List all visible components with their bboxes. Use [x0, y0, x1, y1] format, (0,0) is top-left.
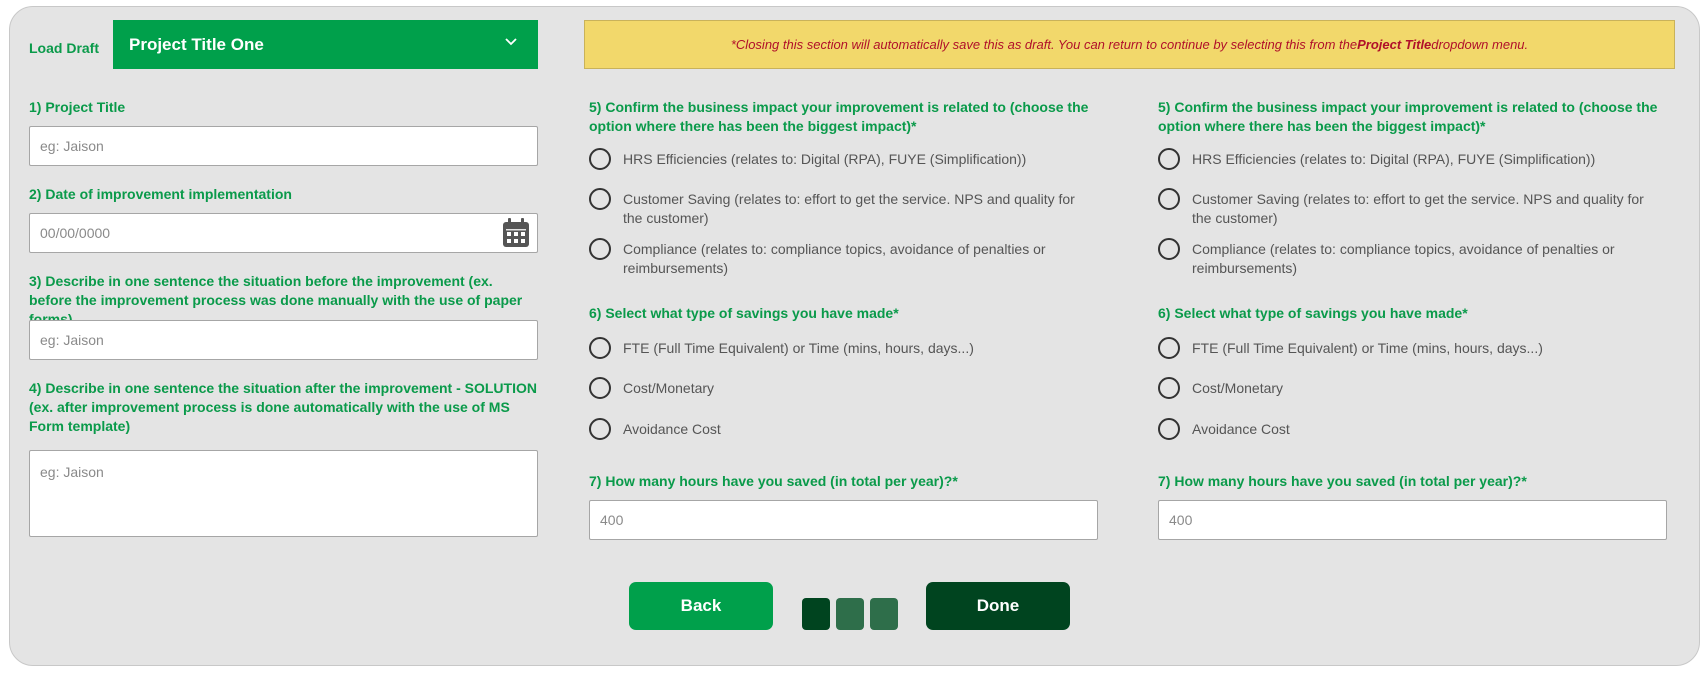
project-title-dropdown[interactable]: Project Title One	[113, 20, 538, 69]
impact-option[interactable]: HRS Efficiencies (relates to: Digital (R…	[589, 148, 1089, 170]
impact-option-label: HRS Efficiencies (relates to: Digital (R…	[623, 151, 1027, 167]
radio-button[interactable]	[589, 337, 611, 359]
savings-option-label: Avoidance Cost	[623, 421, 721, 437]
radio-button[interactable]	[589, 148, 611, 170]
radio-button[interactable]	[1158, 337, 1180, 359]
step-indicator-2[interactable]	[836, 598, 864, 630]
savings-option[interactable]: Cost/Monetary	[589, 377, 1089, 399]
savings-option[interactable]: Cost/Monetary	[1158, 377, 1658, 399]
impact-option[interactable]: Compliance (relates to: compliance topic…	[1158, 238, 1658, 278]
q5-label: 5) Confirm the business impact your impr…	[1158, 99, 1658, 134]
calendar-icon[interactable]	[502, 218, 530, 248]
impact-option-label: Compliance (relates to: compliance topic…	[623, 241, 1046, 276]
savings-option-label: Avoidance Cost	[1192, 421, 1290, 437]
q1-label: 1) Project Title	[29, 99, 126, 115]
chevron-down-icon	[505, 38, 517, 46]
situation-before-input[interactable]: eg: Jaison	[29, 320, 538, 360]
savings-option-label: FTE (Full Time Equivalent) or Time (mins…	[623, 340, 974, 356]
date-placeholder: 00/00/0000	[40, 225, 111, 241]
savings-option[interactable]: FTE (Full Time Equivalent) or Time (mins…	[1158, 337, 1658, 359]
banner-prefix: *Closing this section will automatically…	[730, 37, 1358, 52]
step-indicator-3[interactable]	[870, 598, 898, 630]
radio-button[interactable]	[1158, 238, 1180, 260]
impact-option-label: Customer Saving (relates to: effort to g…	[1192, 191, 1644, 226]
load-draft-label: Load Draft	[29, 40, 99, 56]
radio-button[interactable]	[1158, 148, 1180, 170]
q7-label: 7) How many hours have you saved (in tot…	[589, 473, 958, 489]
draft-notice-banner: *Closing this section will automatically…	[584, 20, 1675, 69]
savings-option-label: Cost/Monetary	[1192, 380, 1284, 396]
date-input[interactable]: 00/00/0000	[29, 213, 538, 253]
dropdown-selected-value: Project Title One	[129, 34, 264, 54]
impact-option-label: HRS Efficiencies (relates to: Digital (R…	[1192, 151, 1596, 167]
radio-button[interactable]	[589, 377, 611, 399]
impact-option[interactable]: HRS Efficiencies (relates to: Digital (R…	[1158, 148, 1658, 170]
radio-button[interactable]	[1158, 418, 1180, 440]
impact-option-label: Customer Saving (relates to: effort to g…	[623, 191, 1075, 226]
impact-option[interactable]: Customer Saving (relates to: effort to g…	[1158, 188, 1658, 228]
q7-label: 7) How many hours have you saved (in tot…	[1158, 473, 1527, 489]
q4-label: 4) Describe in one sentence the situatio…	[29, 380, 537, 434]
savings-option[interactable]: Avoidance Cost	[1158, 418, 1658, 440]
impact-option-label: Compliance (relates to: compliance topic…	[1192, 241, 1615, 276]
radio-button[interactable]	[589, 188, 611, 210]
hours-saved-input[interactable]: 400	[589, 500, 1098, 540]
banner-suffix: dropdown menu.	[1431, 37, 1529, 52]
q2-label: 2) Date of improvement implementation	[29, 186, 292, 202]
savings-option-label: FTE (Full Time Equivalent) or Time (mins…	[1192, 340, 1543, 356]
project-title-input[interactable]: eg: Jaison	[29, 126, 538, 166]
q6-label: 6) Select what type of savings you have …	[1158, 305, 1468, 321]
radio-button[interactable]	[589, 238, 611, 260]
impact-option[interactable]: Compliance (relates to: compliance topic…	[589, 238, 1089, 278]
radio-button[interactable]	[1158, 188, 1180, 210]
situation-after-textarea[interactable]: eg: Jaison	[29, 450, 538, 537]
banner-emphasis: Project Title	[1357, 37, 1432, 52]
done-button[interactable]: Done	[926, 582, 1070, 630]
savings-option-label: Cost/Monetary	[623, 380, 715, 396]
q6-label: 6) Select what type of savings you have …	[589, 305, 899, 321]
back-button[interactable]: Back	[629, 582, 773, 630]
hours-saved-input[interactable]: 400	[1158, 500, 1667, 540]
radio-button[interactable]	[589, 418, 611, 440]
q5-label: 5) Confirm the business impact your impr…	[589, 99, 1089, 134]
step-indicator-1[interactable]	[802, 598, 830, 630]
impact-option[interactable]: Customer Saving (relates to: effort to g…	[589, 188, 1089, 228]
savings-option[interactable]: Avoidance Cost	[589, 418, 1089, 440]
radio-button[interactable]	[1158, 377, 1180, 399]
savings-option[interactable]: FTE (Full Time Equivalent) or Time (mins…	[589, 337, 1089, 359]
